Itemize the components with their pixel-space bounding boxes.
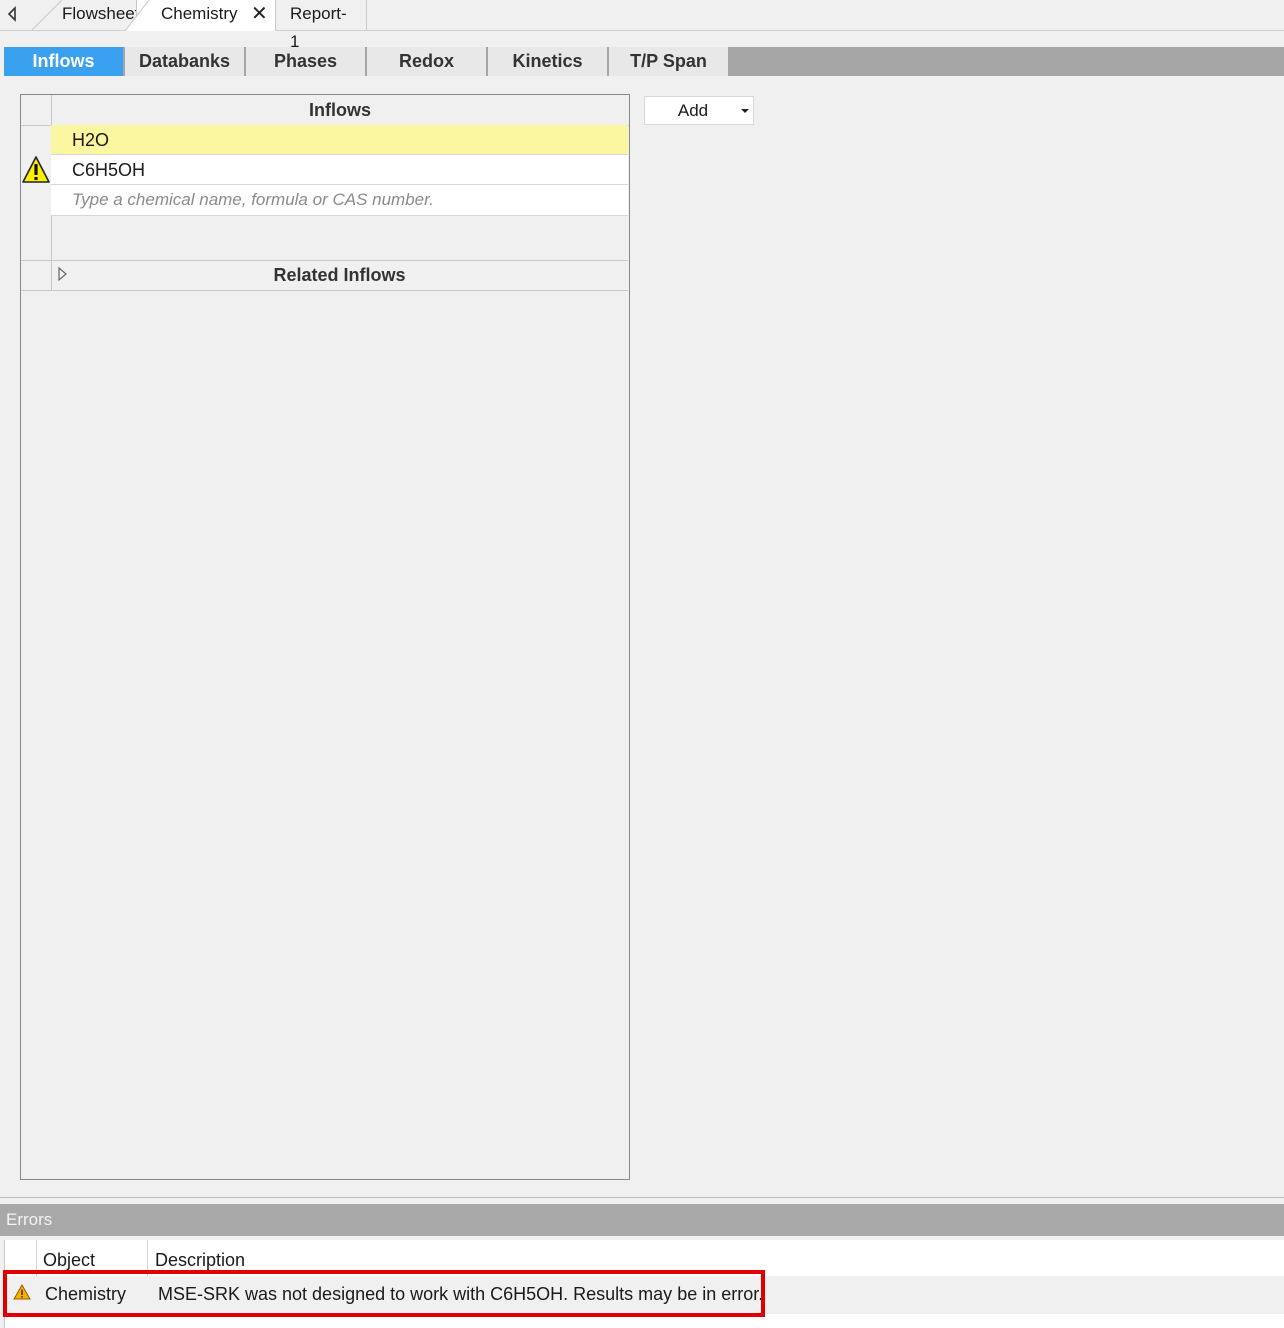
chemistry-sub-tab-bar: Inflows Databanks Phases Redox Kinetics …: [4, 47, 1284, 76]
inflow-row-h2o[interactable]: H2O: [51, 125, 628, 155]
tab-kinetics[interactable]: Kinetics: [488, 47, 608, 76]
errors-panel-title: Errors: [0, 1204, 1284, 1236]
document-tab-strip: Flowsheet Chemistry ✕ Report-1: [0, 0, 1284, 51]
chevron-down-icon: [741, 109, 749, 113]
close-icon[interactable]: ✕: [251, 4, 268, 24]
inflow-row-c6h5oh[interactable]: C6H5OH: [51, 155, 628, 185]
tab-redox[interactable]: Redox: [367, 47, 487, 76]
tab-chemistry-label: Chemistry: [161, 4, 238, 23]
add-button-label: Add: [677, 101, 709, 120]
tab-report-1[interactable]: Report-1: [277, 0, 367, 51]
related-inflows-label: Related Inflows: [273, 265, 406, 285]
tab-inflows[interactable]: Inflows: [4, 47, 124, 76]
tab-tp-span[interactable]: T/P Span: [609, 47, 729, 76]
inflows-grid-header: Inflows: [21, 95, 629, 126]
tab-databanks[interactable]: Databanks: [125, 47, 245, 76]
error-highlight-box: [3, 1270, 765, 1317]
grid-spacer: [21, 216, 628, 261]
tab-flowsheet[interactable]: Flowsheet: [28, 0, 140, 30]
tab-report-1-label: Report-1: [290, 4, 347, 51]
scroll-tabs-left-icon[interactable]: [6, 5, 20, 23]
inflows-grid: Inflows H2O C6H5OH Type a chemical name,…: [20, 94, 630, 1180]
warning-icon: [21, 155, 51, 185]
inflows-column-header: Inflows: [309, 100, 371, 120]
add-dropdown-button[interactable]: Add: [644, 96, 754, 125]
new-inflow-input[interactable]: Type a chemical name, formula or CAS num…: [51, 185, 628, 216]
tab-chemistry[interactable]: Chemistry ✕: [125, 0, 276, 31]
tab-phases[interactable]: Phases: [246, 47, 366, 76]
related-inflows-header[interactable]: Related Inflows: [21, 260, 628, 291]
